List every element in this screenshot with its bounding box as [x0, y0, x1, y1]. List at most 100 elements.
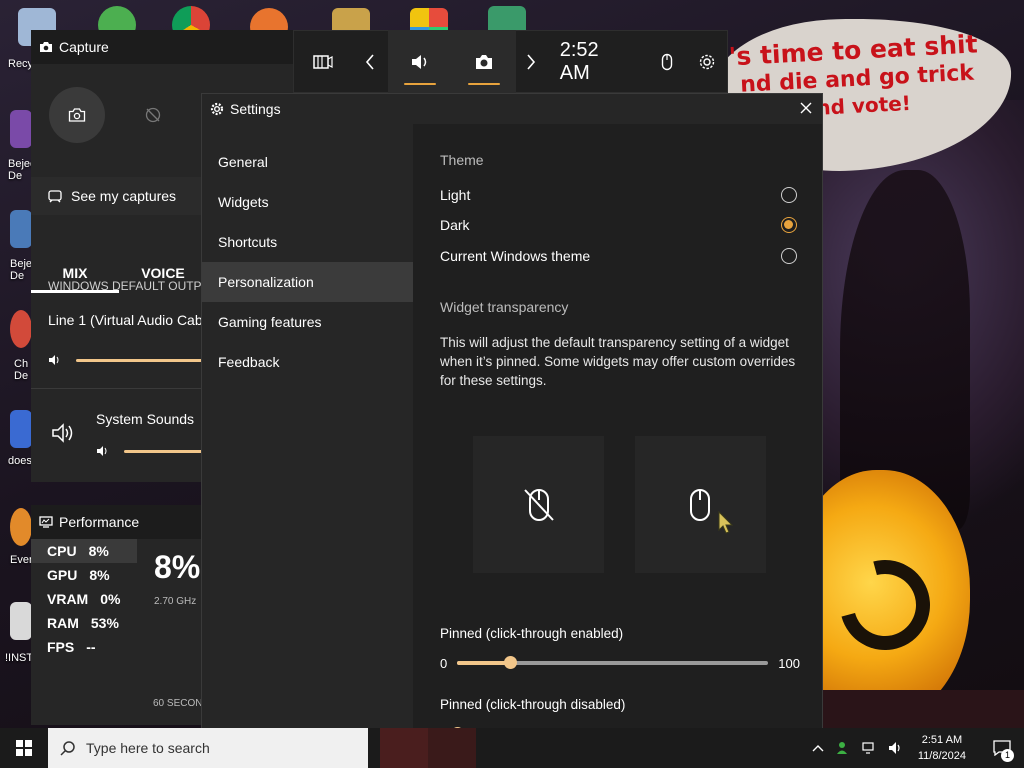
theme-option-windows[interactable]: Current Windows theme — [440, 244, 797, 268]
widget-menu-icon — [313, 54, 333, 69]
app-icon[interactable] — [10, 602, 32, 640]
settings-button[interactable] — [687, 30, 727, 93]
gear-icon — [210, 102, 224, 116]
theme-title: Theme — [440, 152, 484, 168]
performance-widget: Performance CPU 8% GPU 8% VRAM 0% RAM 53% FP… — [31, 505, 216, 725]
capture-widget-button[interactable] — [451, 30, 516, 93]
theme-option-label: Current Windows theme — [440, 248, 591, 264]
screenshot-button[interactable] — [49, 87, 105, 143]
camera-icon — [39, 40, 53, 54]
desktop-icon-label: Beje De — [10, 258, 33, 282]
cursor-icon — [718, 510, 734, 534]
metric-name: GPU — [47, 567, 78, 583]
app-icon[interactable] — [10, 210, 32, 248]
taskbar-clock[interactable]: 2:51 AM 11/8/2024 — [904, 732, 980, 764]
scroll-right-button[interactable] — [516, 30, 546, 93]
desktop-icon-label: Ever — [10, 554, 33, 566]
taskbar-app-browser[interactable] — [428, 728, 476, 768]
app-icon[interactable] — [10, 508, 32, 546]
network-icon[interactable] — [862, 741, 878, 755]
taskbar: Type here to search 2:51 AM 11/8/2024 1 — [0, 728, 1024, 768]
settings-header: Settings — [202, 94, 822, 124]
slider-max: 100 — [778, 655, 800, 671]
output-device[interactable]: Line 1 (Virtual Audio Cable) — [48, 312, 218, 328]
mouse-icon — [689, 488, 710, 521]
record-last-button[interactable] — [125, 87, 181, 143]
desktop-icon-label: !INST — [5, 652, 34, 664]
notification-center-button[interactable]: 1 — [980, 728, 1024, 768]
master-volume-track[interactable] — [76, 358, 206, 362]
windows-logo-icon — [16, 740, 32, 756]
settings-title: Settings — [230, 101, 281, 117]
personalization-content: Theme Light Dark Current Windows theme W… — [413, 124, 822, 746]
theme-radio-dark[interactable] — [781, 217, 797, 233]
metric-fps[interactable]: FPS -- — [31, 635, 137, 659]
close-button[interactable] — [798, 100, 814, 116]
theme-option-light[interactable]: Light — [440, 183, 797, 207]
theme-option-label: Light — [440, 187, 471, 203]
start-button[interactable] — [0, 728, 48, 768]
slider-track[interactable] — [457, 656, 769, 669]
nav-gaming-features[interactable]: Gaming features — [202, 302, 413, 342]
capture-header: Capture — [31, 30, 293, 64]
nav-feedback[interactable]: Feedback — [202, 342, 413, 382]
metric-value: 0% — [100, 591, 121, 607]
theme-option-dark[interactable]: Dark — [440, 213, 797, 237]
theme-option-label: Dark — [440, 217, 470, 233]
desktop-icon-label: does — [8, 455, 32, 467]
nav-general[interactable]: General — [202, 142, 413, 182]
audio-widget-button[interactable] — [387, 30, 452, 93]
settings-window: Settings General Widgets Shortcuts Perso… — [202, 94, 822, 746]
nav-widgets[interactable]: Widgets — [202, 182, 413, 222]
clock-time: 2:51 AM — [921, 734, 963, 746]
taskbar-search[interactable]: Type here to search — [48, 728, 368, 768]
capture-title: Capture — [59, 39, 109, 55]
nav-personalization[interactable]: Personalization — [202, 262, 413, 302]
mouse-icon — [661, 53, 673, 70]
metric-name: RAM — [47, 615, 79, 631]
notification-count: 1 — [1001, 749, 1014, 762]
slider-label-enabled: Pinned (click-through enabled) — [440, 626, 624, 641]
metric-vram[interactable]: VRAM 0% — [31, 587, 137, 611]
nav-shortcuts[interactable]: Shortcuts — [202, 222, 413, 262]
performance-header: Performance — [31, 505, 203, 539]
people-icon[interactable] — [836, 741, 852, 755]
theme-radio-light[interactable] — [781, 187, 797, 203]
metric-gpu[interactable]: GPU 8% — [31, 563, 137, 587]
gear-icon — [699, 54, 715, 69]
clock-date: 11/8/2024 — [917, 750, 966, 762]
slider-min: 0 — [440, 655, 448, 671]
app-icon[interactable] — [10, 310, 32, 348]
system-sounds-label: System Sounds — [96, 411, 195, 427]
metric-ram[interactable]: RAM 53% — [31, 611, 137, 635]
desktop-icon-label: Recy — [8, 58, 34, 70]
slider-thumb[interactable] — [504, 656, 518, 669]
system-sounds-track[interactable] — [124, 449, 214, 453]
slider-label-disabled: Pinned (click-through disabled) — [440, 697, 626, 712]
settings-nav: General Widgets Shortcuts Personalizatio… — [202, 142, 413, 382]
close-icon — [800, 102, 812, 114]
preview-interactive — [635, 436, 766, 573]
theme-radio-windows[interactable] — [781, 248, 797, 264]
capture-icon — [475, 54, 492, 69]
app-icon[interactable] — [10, 410, 32, 448]
chevron-up-icon[interactable] — [812, 744, 824, 752]
widget-menu-button[interactable] — [294, 30, 352, 93]
metric-cpu[interactable]: CPU 8% — [31, 539, 137, 563]
camera-icon — [68, 108, 86, 122]
speaker-icon — [49, 355, 59, 365]
taskbar-app-file-explorer[interactable] — [380, 728, 428, 768]
scroll-left-button[interactable] — [352, 30, 388, 93]
mouse-mode-button[interactable] — [647, 30, 687, 93]
cpu-big-value: 8% — [154, 549, 201, 585]
search-icon — [60, 741, 75, 756]
chevron-right-icon — [527, 53, 535, 70]
volume-icon[interactable] — [888, 741, 904, 755]
app-icon[interactable] — [10, 110, 32, 148]
speaker-icon — [97, 446, 107, 456]
metric-value: 8% — [89, 567, 110, 583]
search-placeholder: Type here to search — [86, 740, 210, 756]
slider-click-through-enabled[interactable]: 0 100 — [440, 653, 800, 673]
cpu-frequency: 2.70 GHz — [154, 596, 197, 607]
metric-value: 8% — [88, 543, 109, 559]
